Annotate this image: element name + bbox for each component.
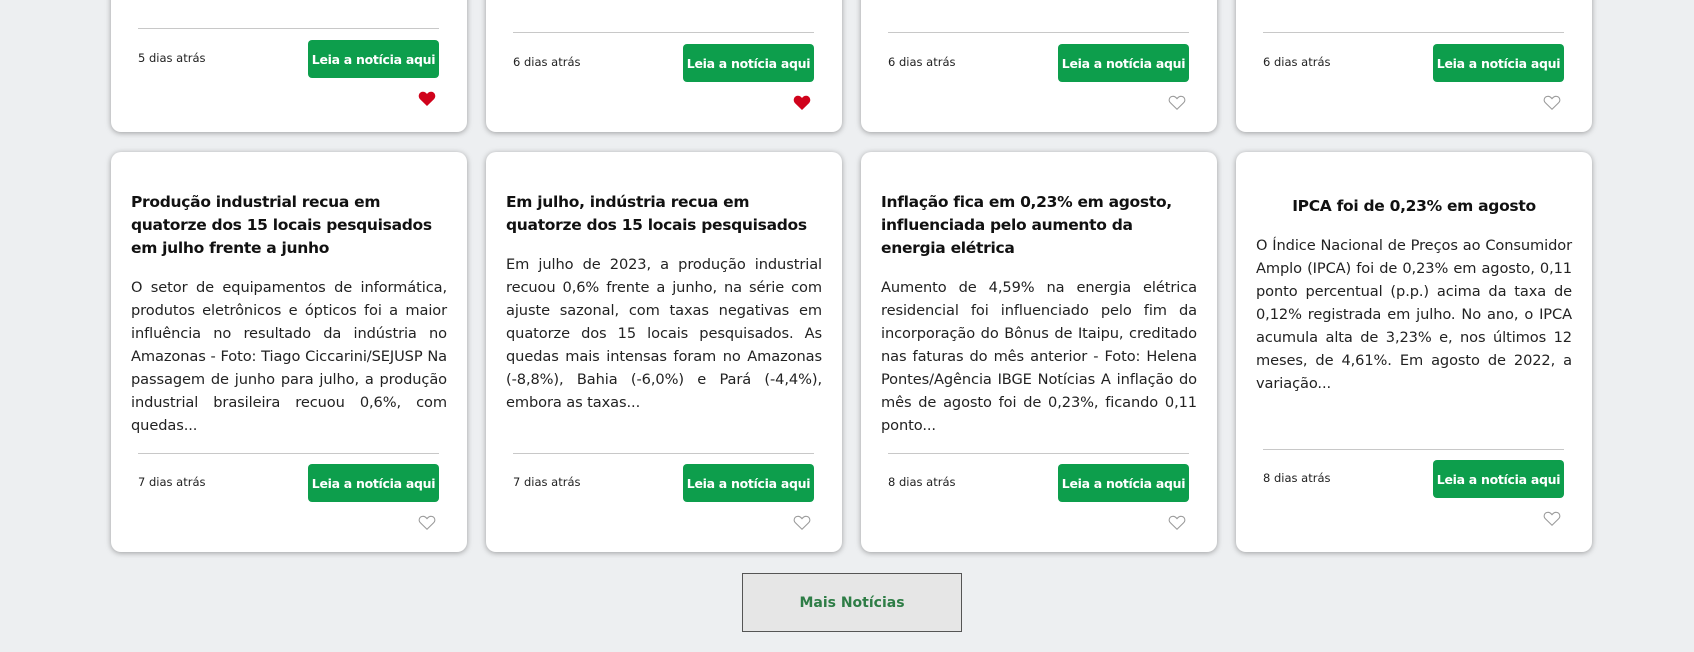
favorite-heart-icon[interactable] xyxy=(793,514,811,532)
read-news-button[interactable]: Leia a notícia aqui xyxy=(1058,464,1189,502)
news-card: 6 dias atrás Leia a notícia aqui xyxy=(861,0,1217,132)
news-card: IPCA foi de 0,23% em agosto O Índice Nac… xyxy=(1236,152,1592,552)
news-card: Inflação fica em 0,23% em agosto, influe… xyxy=(861,152,1217,552)
more-news-button[interactable]: Mais Notícias xyxy=(742,573,962,632)
favorite-heart-icon[interactable] xyxy=(1168,94,1186,112)
card-divider xyxy=(513,32,814,33)
news-card: Em julho, indústria recua em quatorze do… xyxy=(486,152,842,552)
read-news-button[interactable]: Leia a notícia aqui xyxy=(1058,44,1189,82)
card-date: 6 dias atrás xyxy=(888,55,956,69)
card-date: 7 dias atrás xyxy=(513,475,581,489)
read-news-button[interactable]: Leia a notícia aqui xyxy=(1433,460,1564,498)
favorite-heart-icon[interactable] xyxy=(1168,514,1186,532)
card-summary: Aumento de 4,59% na energia elétrica res… xyxy=(881,279,1197,434)
news-card: 6 dias atrás Leia a notícia aqui xyxy=(486,0,842,132)
card-divider xyxy=(1263,32,1564,33)
news-card: 6 dias atrás Leia a notícia aqui xyxy=(1236,0,1592,132)
card-summary: O Índice Nacional de Preços ao Consumido… xyxy=(1256,237,1572,392)
read-news-button[interactable]: Leia a notícia aqui xyxy=(308,464,439,502)
favorite-heart-icon[interactable] xyxy=(1543,510,1561,528)
read-news-button[interactable]: Leia a notícia aqui xyxy=(683,44,814,82)
card-date: 8 dias atrás xyxy=(1263,471,1331,485)
read-news-button[interactable]: Leia a notícia aqui xyxy=(683,464,814,502)
card-divider xyxy=(888,453,1189,454)
card-divider xyxy=(888,32,1189,33)
card-title[interactable]: Inflação fica em 0,23% em agosto, influe… xyxy=(881,191,1197,260)
card-date: 8 dias atrás xyxy=(888,475,956,489)
card-divider xyxy=(1263,449,1564,450)
card-date: 6 dias atrás xyxy=(1263,55,1331,69)
card-divider xyxy=(138,28,439,29)
card-date: 7 dias atrás xyxy=(138,475,206,489)
card-date: 6 dias atrás xyxy=(513,55,581,69)
card-title[interactable]: Produção industrial recua em quatorze do… xyxy=(131,191,447,260)
news-grid: 5 dias atrás Leia a notícia aqui 6 dias … xyxy=(111,0,1592,552)
favorite-heart-icon[interactable] xyxy=(418,90,436,108)
favorite-heart-icon[interactable] xyxy=(1543,94,1561,112)
card-divider xyxy=(138,453,439,454)
card-summary: Em julho de 2023, a produção industrial … xyxy=(506,256,822,411)
card-summary: O setor de equipamentos de informática, … xyxy=(131,279,447,434)
favorite-heart-icon[interactable] xyxy=(418,514,436,532)
news-card: Produção industrial recua em quatorze do… xyxy=(111,152,467,552)
read-news-button[interactable]: Leia a notícia aqui xyxy=(308,40,439,78)
news-card: 5 dias atrás Leia a notícia aqui xyxy=(111,0,467,132)
card-title[interactable]: IPCA foi de 0,23% em agosto xyxy=(1256,195,1572,218)
card-divider xyxy=(513,453,814,454)
favorite-heart-icon[interactable] xyxy=(793,94,811,112)
card-date: 5 dias atrás xyxy=(138,51,206,65)
card-title[interactable]: Em julho, indústria recua em quatorze do… xyxy=(506,191,822,237)
read-news-button[interactable]: Leia a notícia aqui xyxy=(1433,44,1564,82)
